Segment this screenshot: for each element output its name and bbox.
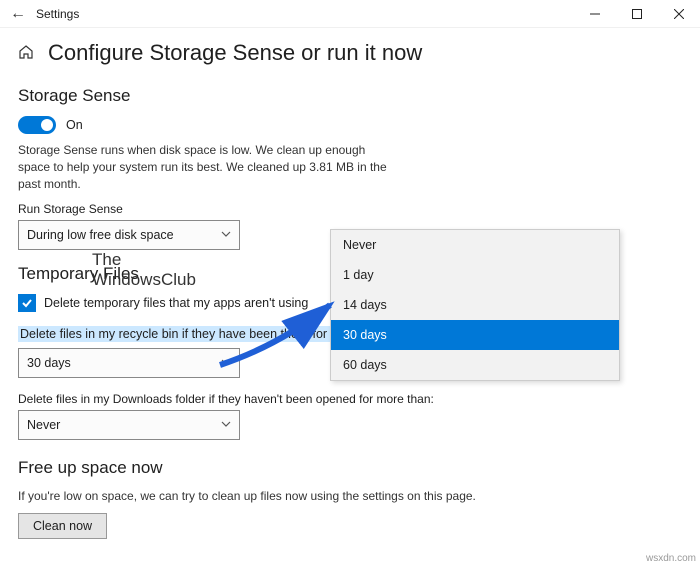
option-30-days[interactable]: 30 days <box>331 320 619 350</box>
toggle-knob <box>41 119 53 131</box>
chevron-down-icon <box>221 418 231 432</box>
storage-description: Storage Sense runs when disk space is lo… <box>18 142 398 192</box>
storage-sense-toggle[interactable] <box>18 116 56 134</box>
page-title: Configure Storage Sense or run it now <box>48 40 422 66</box>
run-frequency-value: During low free disk space <box>27 228 174 242</box>
back-button[interactable]: ← <box>0 5 36 23</box>
recycle-bin-value: 30 days <box>27 356 71 370</box>
downloads-combo[interactable]: Never <box>18 410 240 440</box>
temp-files-checkbox[interactable] <box>18 294 36 312</box>
close-button[interactable] <box>658 0 700 28</box>
option-60-days[interactable]: 60 days <box>331 350 619 380</box>
storage-toggle-row: On <box>18 116 682 134</box>
free-up-heading: Free up space now <box>18 458 682 478</box>
chevron-down-icon <box>221 356 231 370</box>
option-never[interactable]: Never <box>331 230 619 260</box>
window-controls <box>574 0 700 28</box>
downloads-label: Delete files in my Downloads folder if t… <box>18 392 682 406</box>
option-14-days[interactable]: 14 days <box>331 290 619 320</box>
recycle-bin-combo[interactable]: 30 days <box>18 348 240 378</box>
recycle-options-dropdown: Never 1 day 14 days 30 days 60 days <box>330 229 620 381</box>
clean-now-button[interactable]: Clean now <box>18 513 107 539</box>
temp-files-checkbox-label: Delete temporary files that my apps aren… <box>44 296 308 310</box>
home-icon[interactable] <box>18 44 38 63</box>
minimize-button[interactable] <box>574 0 616 28</box>
run-frequency-combo[interactable]: During low free disk space <box>18 220 240 250</box>
maximize-button[interactable] <box>616 0 658 28</box>
toggle-state-label: On <box>66 118 83 132</box>
recycle-bin-label: Delete files in my recycle bin if they h… <box>18 326 360 342</box>
chevron-down-icon <box>221 228 231 242</box>
page-header: Configure Storage Sense or run it now <box>18 40 682 66</box>
title-bar: ← Settings <box>0 0 700 28</box>
run-frequency-label: Run Storage Sense <box>18 202 682 216</box>
app-name-label: Settings <box>36 7 574 21</box>
free-up-description: If you're low on space, we can try to cl… <box>18 488 538 505</box>
option-1-day[interactable]: 1 day <box>331 260 619 290</box>
source-credit: wsxdn.com <box>646 553 696 564</box>
storage-sense-heading: Storage Sense <box>18 86 682 106</box>
downloads-value: Never <box>27 418 60 432</box>
